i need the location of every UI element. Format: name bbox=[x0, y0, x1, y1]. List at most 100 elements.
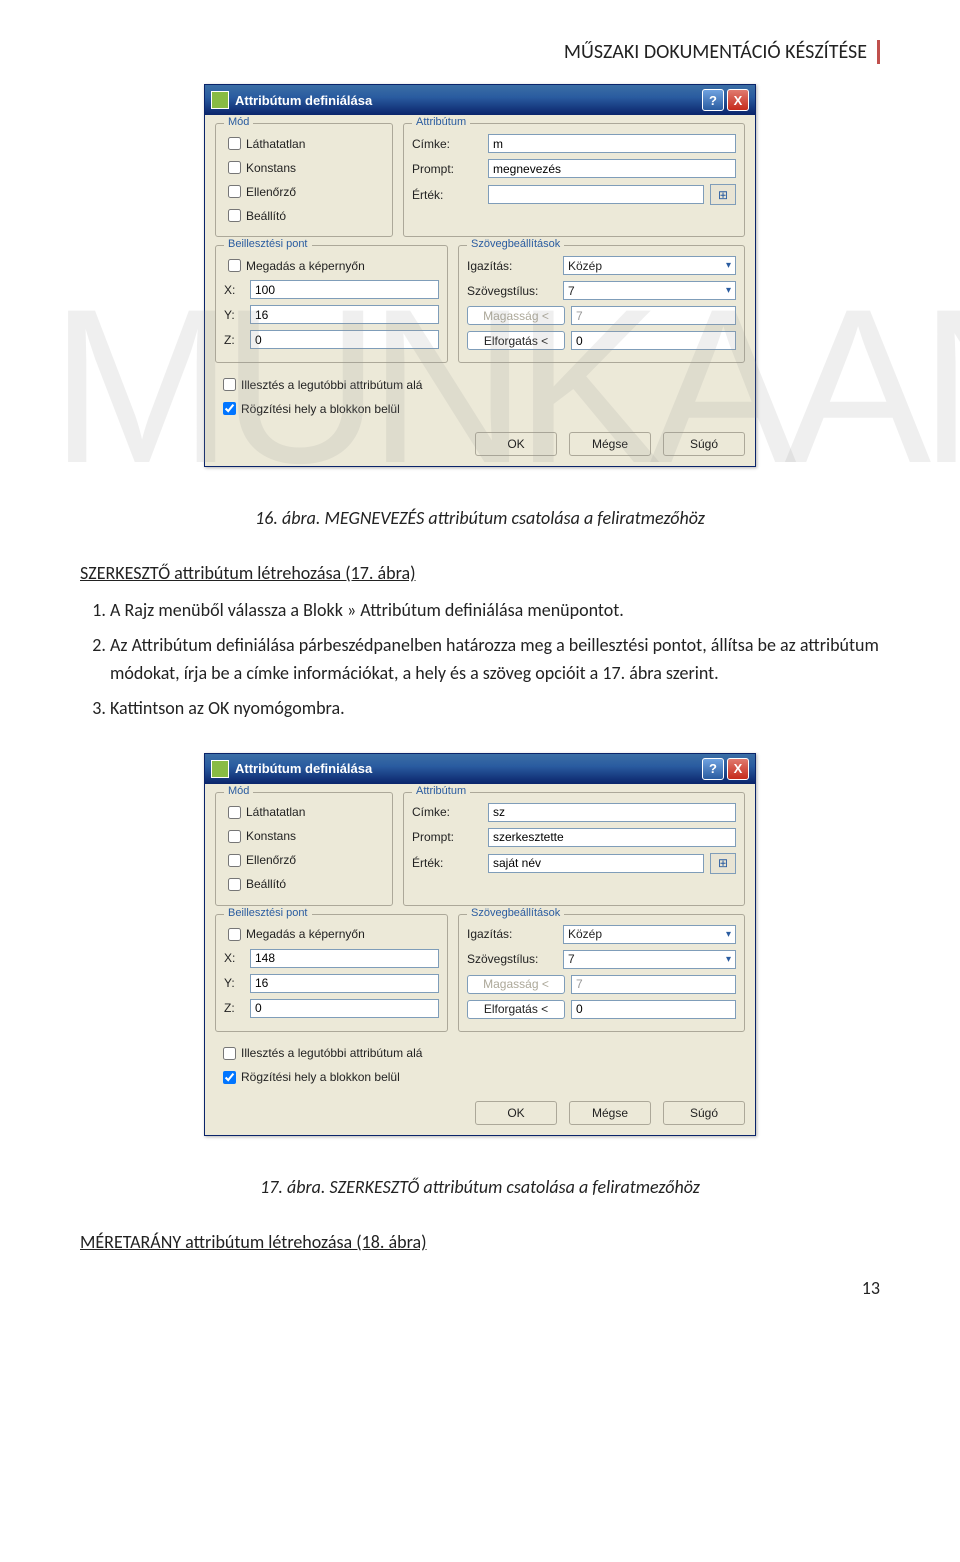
lbl-prompt: Prompt: bbox=[412, 162, 482, 176]
ok-button[interactable]: OK bbox=[475, 1101, 557, 1125]
lbl-value: Érték: bbox=[412, 188, 482, 202]
input-z[interactable] bbox=[250, 330, 439, 349]
input-prompt[interactable] bbox=[488, 828, 736, 847]
group-insertion: Beillesztési pont Megadás a képernyőn X:… bbox=[215, 914, 448, 1032]
input-x[interactable] bbox=[250, 949, 439, 968]
lbl-justify: Igazítás: bbox=[467, 259, 557, 273]
lbl-verify: Ellenőrző bbox=[246, 185, 296, 199]
help-button[interactable]: Súgó bbox=[663, 432, 745, 456]
chk-verify[interactable] bbox=[228, 854, 241, 867]
help-button[interactable]: Súgó bbox=[663, 1101, 745, 1125]
input-value[interactable] bbox=[488, 854, 704, 873]
lbl-lock-position: Rögzítési hely a blokkon belül bbox=[241, 1070, 400, 1084]
list-item: Kattintson az OK nyomógombra. bbox=[110, 694, 880, 723]
input-rotation[interactable] bbox=[571, 1000, 736, 1019]
chk-verify[interactable] bbox=[228, 185, 241, 198]
legend-text: Szövegbeállítások bbox=[467, 238, 564, 250]
chk-specify-onscreen[interactable] bbox=[228, 928, 241, 941]
group-attr: Attribútum Címke: Prompt: Érték:⊞ bbox=[403, 792, 745, 906]
input-y[interactable] bbox=[250, 305, 439, 324]
list-item: A Rajz menüből válassza a Blokk » Attrib… bbox=[110, 596, 880, 625]
legend-mod: Mód bbox=[224, 785, 253, 797]
btn-rotation[interactable]: Elforgatás < bbox=[467, 1000, 565, 1019]
chk-align-below[interactable] bbox=[223, 1047, 236, 1060]
close-icon[interactable]: X bbox=[727, 758, 749, 780]
legend-mod: Mód bbox=[224, 116, 253, 128]
chk-align-below[interactable] bbox=[223, 378, 236, 391]
select-justify[interactable]: Közép▾ bbox=[563, 925, 736, 944]
chk-preset[interactable] bbox=[228, 878, 241, 891]
close-icon[interactable]: X bbox=[727, 89, 749, 111]
figure-caption-17: 17. ábra. SZERKESZTŐ attribútum csatolás… bbox=[80, 1176, 880, 1198]
chk-constant[interactable] bbox=[228, 161, 241, 174]
chk-invisible[interactable] bbox=[228, 137, 241, 150]
chevron-down-icon: ▾ bbox=[726, 260, 731, 271]
instruction-list-1: A Rajz menüből válassza a Blokk » Attrib… bbox=[80, 596, 880, 723]
lbl-specify-onscreen: Megadás a képernyőn bbox=[246, 259, 365, 273]
help-icon[interactable]: ? bbox=[702, 758, 724, 780]
ok-button[interactable]: OK bbox=[475, 432, 557, 456]
heading-szerkeszto: SZERKESZTŐ attribútum létrehozása (17. á… bbox=[80, 559, 880, 588]
input-x[interactable] bbox=[250, 280, 439, 299]
btn-height: Magasság < bbox=[467, 975, 565, 994]
chk-invisible[interactable] bbox=[228, 806, 241, 819]
input-y[interactable] bbox=[250, 974, 439, 993]
btn-rotation[interactable]: Elforgatás < bbox=[467, 331, 565, 350]
chk-lock-position[interactable] bbox=[223, 402, 236, 415]
help-icon[interactable]: ? bbox=[702, 89, 724, 111]
lbl-constant: Konstans bbox=[246, 829, 296, 843]
select-style[interactable]: 7▾ bbox=[563, 950, 736, 969]
input-z[interactable] bbox=[250, 999, 439, 1018]
cancel-button[interactable]: Mégse bbox=[569, 1101, 651, 1125]
lbl-x: X: bbox=[224, 951, 244, 965]
group-attr: Attribútum Címke: Prompt: Érték:⊞ bbox=[403, 123, 745, 237]
list-item: Az Attribútum definiálása párbeszédpanel… bbox=[110, 631, 880, 689]
lbl-invisible: Láthatatlan bbox=[246, 805, 305, 819]
insert-field-icon[interactable]: ⊞ bbox=[710, 853, 736, 874]
title-bar: Attribútum definiálása ? X bbox=[205, 85, 755, 115]
lbl-z: Z: bbox=[224, 333, 244, 347]
group-mod: Mód Láthatatlan Konstans Ellenőrző Beáll… bbox=[215, 123, 393, 237]
dialog-title: Attribútum definiálása bbox=[235, 93, 699, 108]
chk-preset[interactable] bbox=[228, 209, 241, 222]
input-tag[interactable] bbox=[488, 803, 736, 822]
input-prompt[interactable] bbox=[488, 159, 736, 178]
insert-field-icon[interactable]: ⊞ bbox=[710, 184, 736, 205]
group-text: Szövegbeállítások Igazítás:Közép▾ Szöveg… bbox=[458, 914, 745, 1032]
dialog-title: Attribútum definiálása bbox=[235, 761, 699, 776]
chk-constant[interactable] bbox=[228, 830, 241, 843]
lbl-preset: Beállító bbox=[246, 877, 286, 891]
dialog-attribute-define-1: Attribútum definiálása ? X Mód Láthatatl… bbox=[204, 84, 756, 467]
title-bar: Attribútum definiálása ? X bbox=[205, 754, 755, 784]
lbl-invisible: Láthatatlan bbox=[246, 137, 305, 151]
group-mod: Mód Láthatatlan Konstans Ellenőrző Beáll… bbox=[215, 792, 393, 906]
chk-specify-onscreen[interactable] bbox=[228, 259, 241, 272]
lbl-z: Z: bbox=[224, 1001, 244, 1015]
input-rotation[interactable] bbox=[571, 331, 736, 350]
lbl-align-below: Illesztés a legutóbbi attribútum alá bbox=[241, 1046, 422, 1060]
legend-attr: Attribútum bbox=[412, 116, 470, 128]
lbl-verify: Ellenőrző bbox=[246, 853, 296, 867]
input-tag[interactable] bbox=[488, 134, 736, 153]
select-style[interactable]: 7▾ bbox=[563, 281, 736, 300]
input-value[interactable] bbox=[488, 185, 704, 204]
lbl-justify: Igazítás: bbox=[467, 927, 557, 941]
lbl-y: Y: bbox=[224, 976, 244, 990]
input-height bbox=[571, 306, 736, 325]
lbl-tag: Címke: bbox=[412, 137, 482, 151]
lbl-style: Szövegstílus: bbox=[467, 952, 557, 966]
lbl-preset: Beállító bbox=[246, 209, 286, 223]
chk-lock-position[interactable] bbox=[223, 1071, 236, 1084]
chevron-down-icon: ▾ bbox=[726, 929, 731, 940]
select-justify[interactable]: Közép▾ bbox=[563, 256, 736, 275]
page-header: MŰSZAKI DOKUMENTÁCIÓ KÉSZÍTÉSE bbox=[80, 40, 880, 64]
app-icon bbox=[211, 91, 229, 109]
lbl-tag: Címke: bbox=[412, 805, 482, 819]
lbl-x: X: bbox=[224, 283, 244, 297]
lbl-y: Y: bbox=[224, 308, 244, 322]
cancel-button[interactable]: Mégse bbox=[569, 432, 651, 456]
group-insertion: Beillesztési pont Megadás a képernyőn X:… bbox=[215, 245, 448, 363]
group-text: Szövegbeállítások Igazítás:Közép▾ Szöveg… bbox=[458, 245, 745, 363]
legend-text: Szövegbeállítások bbox=[467, 907, 564, 919]
figure-caption-16: 16. ábra. MEGNEVEZÉS attribútum csatolás… bbox=[80, 507, 880, 529]
